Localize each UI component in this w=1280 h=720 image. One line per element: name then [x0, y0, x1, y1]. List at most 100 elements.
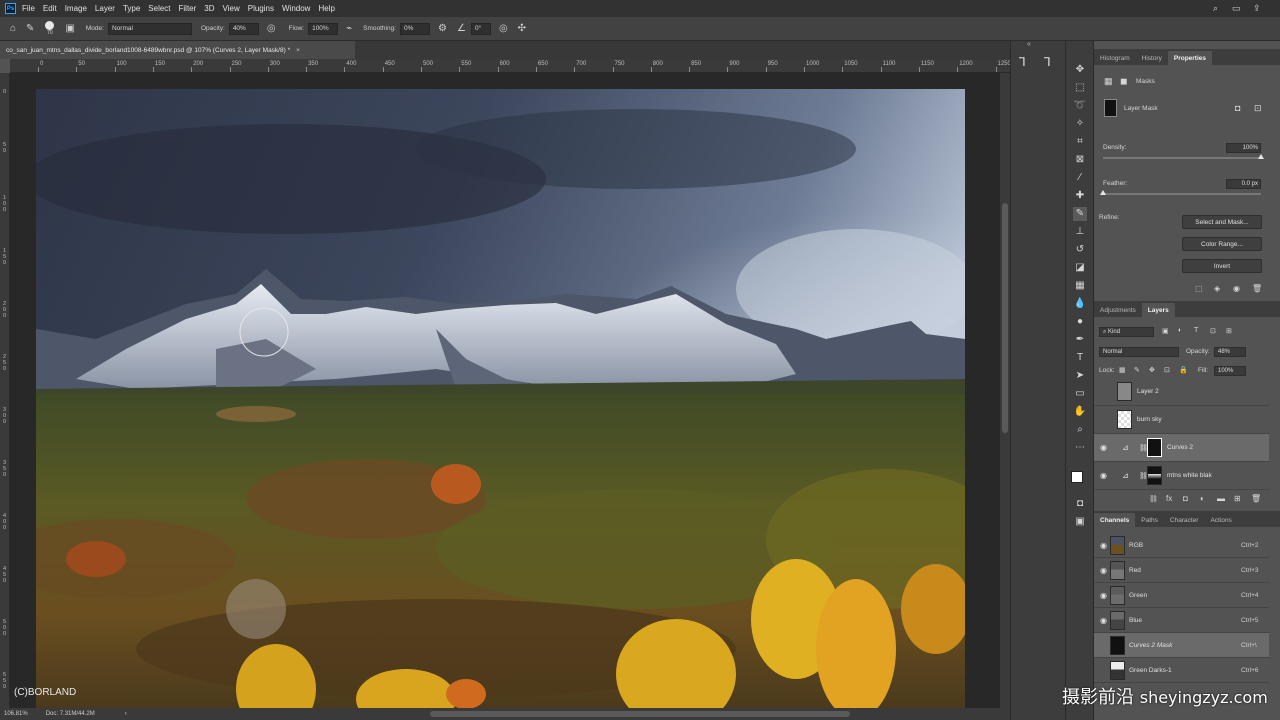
smoothing-input[interactable]: 0% [400, 22, 430, 35]
lock-artboard-icon[interactable]: ⊡ [1164, 366, 1170, 374]
eraser-tool-icon[interactable]: ◪ [1073, 261, 1087, 275]
channel-row[interactable]: Green Darks-1 Ctrl+6 [1094, 658, 1269, 683]
lock-pixels-icon[interactable]: ✎ [1134, 366, 1140, 374]
brush-settings-icon[interactable]: ▣ [65, 23, 74, 34]
menu-filter[interactable]: Filter [179, 4, 197, 13]
feather-input[interactable]: 0.0 px [1226, 179, 1261, 189]
airbrush-icon[interactable]: ⌁ [346, 23, 352, 34]
brush-tool-icon[interactable]: ✎ [26, 23, 34, 34]
color-range-button[interactable]: Color Range... [1182, 237, 1262, 251]
rectangle-tool-icon[interactable]: ▭ [1073, 387, 1087, 401]
layer-opacity-input[interactable]: 48% [1214, 347, 1246, 357]
layer-row[interactable]: burn sky [1094, 406, 1269, 434]
channel-row[interactable]: ◉ RGB Ctrl+2 [1094, 533, 1269, 558]
channel-visibility-eye-icon[interactable]: ◉ [1100, 566, 1107, 575]
masks-vector-icon[interactable]: ◼ [1120, 76, 1127, 87]
tab-actions[interactable]: Actions [1204, 513, 1237, 527]
tab-channels[interactable]: Channels [1094, 513, 1136, 527]
layer-mask-thumbnail[interactable] [1147, 438, 1162, 457]
channel-row[interactable]: ◉ Red Ctrl+3 [1094, 558, 1269, 583]
channel-row[interactable]: ◉ Blue Ctrl+5 [1094, 608, 1269, 633]
more-tools-icon[interactable]: ⋯ [1073, 441, 1087, 455]
crop-tool-icon[interactable]: ⌗ [1073, 135, 1087, 149]
mode-select[interactable]: Normal [107, 22, 192, 35]
feather-slider[interactable] [1103, 193, 1261, 195]
tab-history[interactable]: History [1136, 51, 1168, 65]
channel-visibility-eye-icon[interactable]: ◉ [1100, 541, 1107, 550]
search-icon[interactable]: ⌕ [1213, 3, 1218, 14]
delete-mask-trash-icon[interactable]: 🗑 [1252, 284, 1262, 293]
layer-style-fx-icon[interactable]: fx [1166, 494, 1172, 503]
lock-all-icon[interactable]: 🔒 [1179, 366, 1188, 374]
filter-adjustment-icon[interactable]: ◐ [1178, 327, 1182, 334]
healing-brush-tool-icon[interactable]: ✚ [1073, 189, 1087, 203]
menu-type[interactable]: Type [123, 4, 140, 13]
workspace-icon[interactable]: ▭ [1232, 3, 1241, 14]
layer-visibility-eye-icon[interactable]: ◉ [1100, 471, 1107, 480]
vertical-scrollbar[interactable] [1000, 73, 1010, 708]
filter-type-icon[interactable]: T [1194, 327, 1198, 334]
quick-select-tool-icon[interactable]: ✧ [1073, 117, 1087, 131]
screen-mode-icon[interactable]: ▣ [1073, 515, 1087, 529]
flow-input[interactable]: 100% [308, 22, 339, 35]
hand-tool-icon[interactable]: ✋ [1073, 405, 1087, 419]
menu-file[interactable]: File [22, 4, 35, 13]
menu-view[interactable]: View [223, 4, 240, 13]
channel-row[interactable]: ◉ Green Ctrl+4 [1094, 583, 1269, 608]
opacity-input[interactable]: 40% [228, 22, 259, 35]
zoom-tool-icon[interactable]: ⌕ [1073, 423, 1087, 437]
quick-mask-icon[interactable]: ◘ [1073, 497, 1087, 511]
select-and-mask-button[interactable]: Select and Mask... [1182, 215, 1262, 229]
menu-help[interactable]: Help [318, 4, 334, 13]
density-slider-knob[interactable] [1258, 154, 1264, 159]
tab-histogram[interactable]: Histogram [1094, 51, 1136, 65]
type-tool-icon[interactable]: T [1073, 351, 1087, 365]
layer-row[interactable]: ◉ ⊿ ⛓ mtns white blak [1094, 462, 1269, 490]
path-selection-tool-icon[interactable]: ➤ [1073, 369, 1087, 383]
add-mask-icon[interactable]: ◘ [1183, 494, 1188, 503]
delete-layer-trash-icon[interactable]: 🗑 [1251, 494, 1261, 503]
marquee-tool-icon[interactable]: ⬚ [1073, 81, 1087, 95]
pressure-size-icon[interactable]: ◎ [499, 23, 508, 34]
filter-smart-object-icon[interactable]: ⊞ [1226, 327, 1232, 335]
filter-shape-icon[interactable]: ⊡ [1210, 327, 1216, 335]
channel-visibility-eye-icon[interactable]: ◉ [1100, 616, 1107, 625]
dodge-tool-icon[interactable]: ● [1073, 315, 1087, 329]
layer-filter-kind-select[interactable]: ⌕ Kind [1099, 327, 1154, 337]
menu-window[interactable]: Window [282, 4, 310, 13]
ruler-horizontal[interactable]: 0 50 100 150 200 250 300 350 400 450 500 550 600 650 7… [10, 59, 1011, 73]
masks-pixel-icon[interactable]: ▦ [1104, 76, 1113, 87]
tab-paths[interactable]: Paths [1135, 513, 1164, 527]
channel-row-selected[interactable]: Curves 2 Mask Ctrl+\ [1094, 633, 1269, 658]
fill-input[interactable]: 100% [1214, 366, 1246, 376]
channel-visibility-eye-icon[interactable]: ◉ [1100, 591, 1107, 600]
new-adjustment-layer-icon[interactable]: ◐ [1200, 494, 1205, 503]
add-vector-mask-icon[interactable]: ⊡ [1254, 103, 1262, 114]
symmetry-icon[interactable]: ✣ [518, 23, 526, 34]
apply-mask-icon[interactable]: ◈ [1214, 284, 1220, 293]
menu-plugins[interactable]: Plugins [248, 4, 274, 13]
layer-mask-thumbnail[interactable] [1147, 466, 1162, 485]
feather-slider-knob[interactable] [1100, 190, 1106, 195]
move-tool-icon[interactable]: ✥ [1073, 63, 1087, 77]
lock-position-icon[interactable]: ✥ [1149, 366, 1155, 374]
character-panel-icon[interactable]: Ꞁ [1019, 55, 1026, 69]
document-image[interactable] [36, 89, 965, 708]
filter-pixel-icon[interactable]: ▣ [1162, 327, 1169, 335]
density-slider[interactable] [1103, 157, 1261, 159]
menu-layer[interactable]: Layer [95, 4, 115, 13]
menu-3d[interactable]: 3D [204, 4, 214, 13]
history-brush-tool-icon[interactable]: ↺ [1073, 243, 1087, 257]
density-input[interactable]: 100% [1226, 143, 1261, 153]
paragraph-panel-icon[interactable]: Ꞁ [1044, 55, 1051, 69]
zoom-level[interactable]: 106.81% [4, 711, 28, 717]
select-mask-icon[interactable]: ◘ [1235, 103, 1240, 113]
lasso-tool-icon[interactable]: ➰ [1073, 99, 1087, 113]
eyedropper-tool-icon[interactable]: ⁄ [1073, 171, 1087, 185]
close-tab-icon[interactable]: × [296, 47, 300, 54]
menu-image[interactable]: Image [65, 4, 87, 13]
tab-properties[interactable]: Properties [1167, 51, 1213, 65]
frame-tool-icon[interactable]: ⊠ [1073, 153, 1087, 167]
share-icon[interactable]: ⇪ [1253, 3, 1261, 14]
foreground-color-swatch[interactable] [1071, 471, 1083, 483]
